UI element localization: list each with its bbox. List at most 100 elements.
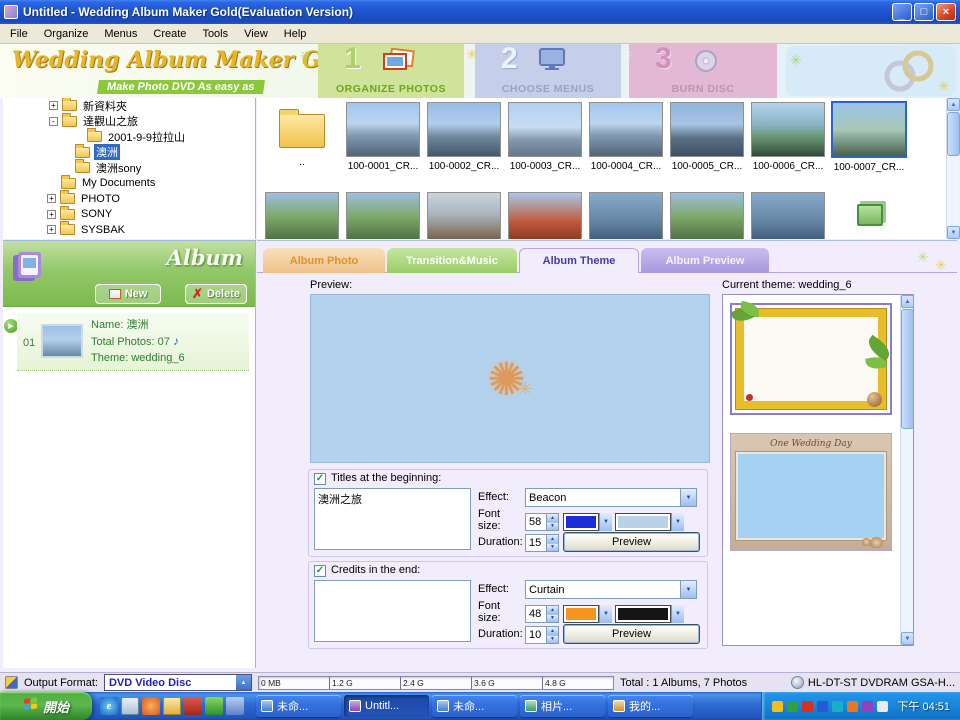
step-organize-photos[interactable]: 1 ORGANIZE PHOTOS: [318, 44, 464, 98]
tree-item-new-folder[interactable]: + 新資料夾: [3, 98, 255, 114]
thumbnail-photo[interactable]: [425, 192, 503, 239]
step-up-icon[interactable]: ▲: [546, 627, 558, 636]
credits-checkbox[interactable]: ✓: [314, 565, 326, 577]
step-down-icon[interactable]: ▼: [546, 615, 558, 623]
scroll-up-button[interactable]: ▲: [947, 98, 960, 111]
task-button-4[interactable]: 相片...: [520, 695, 605, 717]
messenger-icon[interactable]: [205, 697, 223, 715]
tray-icon[interactable]: [832, 701, 843, 712]
start-button[interactable]: 開始: [0, 692, 92, 720]
tab-album-photo[interactable]: Album Photo: [263, 248, 385, 273]
thumbnail-photo[interactable]: [749, 192, 827, 239]
chevron-down-icon[interactable]: ▼: [680, 489, 696, 506]
folder-shortcut-icon[interactable]: [163, 697, 181, 715]
thumbnail-photo[interactable]: [587, 192, 665, 239]
menu-menus[interactable]: Menus: [96, 26, 145, 42]
tray-icon[interactable]: [847, 701, 858, 712]
thumbnail-parent-folder[interactable]: ..: [263, 102, 341, 168]
tree-item-sysbak[interactable]: + SYSBAK: [3, 222, 255, 238]
menu-view[interactable]: View: [236, 26, 276, 42]
menu-help[interactable]: Help: [276, 26, 315, 42]
task-button-1[interactable]: 未命...: [256, 695, 341, 717]
title-text-input[interactable]: 澳洲之旅: [314, 488, 471, 550]
thumbnail-photo[interactable]: [506, 192, 584, 239]
thumbnail-photo[interactable]: [263, 192, 341, 239]
task-button-5[interactable]: 我的...: [608, 695, 693, 717]
scrollbar-thumb[interactable]: [947, 112, 960, 156]
menu-file[interactable]: File: [2, 26, 36, 42]
album-list-item[interactable]: 01 Name: 澳洲 Total Photos: 07 ♪ Theme: we…: [17, 313, 249, 371]
chevron-down-icon[interactable]: ▼: [599, 605, 612, 623]
expand-icon[interactable]: +: [49, 101, 58, 110]
minimize-button[interactable]: _: [892, 3, 912, 21]
step-up-icon[interactable]: ▲: [546, 514, 558, 523]
tray-icon[interactable]: [787, 701, 798, 712]
tab-album-theme[interactable]: Album Theme: [519, 248, 639, 273]
tray-icon[interactable]: [862, 701, 873, 712]
menu-organize[interactable]: Organize: [36, 26, 97, 42]
scroll-down-button[interactable]: ▼: [901, 632, 914, 645]
thumbnail-photo[interactable]: 100-0002_CR...: [425, 102, 503, 172]
theme-item[interactable]: One Wedding Day: [730, 433, 892, 551]
photo-browser-scrollbar[interactable]: ▲ ▼: [946, 98, 959, 239]
tree-item-australia[interactable]: 澳洲: [3, 145, 255, 161]
step-up-icon[interactable]: ▲: [546, 606, 558, 615]
step-burn-disc[interactable]: 3 BURN DISC: [629, 44, 777, 98]
show-desktop-icon[interactable]: [121, 697, 139, 715]
delete-album-button[interactable]: ✗ Delete: [185, 284, 247, 304]
thumbnail-photo[interactable]: [668, 192, 746, 239]
album-play-indicator[interactable]: ▶: [4, 319, 18, 333]
step-choose-menus[interactable]: 2 CHOOSE MENUS: [475, 44, 621, 98]
thumbnail-photo[interactable]: 100-0006_CR...: [749, 102, 827, 172]
media-player-icon[interactable]: [142, 697, 160, 715]
step-up-icon[interactable]: ▲: [546, 535, 558, 544]
tree-item-australia-sony[interactable]: 澳洲sony: [3, 160, 255, 176]
thumbnail-photo[interactable]: 100-0004_CR...: [587, 102, 665, 172]
chevron-up-icon[interactable]: ▲: [236, 675, 251, 690]
theme-item-selected[interactable]: [730, 303, 892, 415]
step-down-icon[interactable]: ▼: [546, 636, 558, 644]
title-duration-stepper[interactable]: 15 ▲▼: [525, 534, 559, 552]
internet-explorer-icon[interactable]: e: [100, 697, 118, 715]
new-album-button[interactable]: New: [95, 284, 161, 304]
credits-text-input[interactable]: [314, 580, 471, 642]
tab-album-preview[interactable]: Album Preview: [641, 248, 769, 273]
step-down-icon[interactable]: ▼: [546, 523, 558, 531]
titles-checkbox[interactable]: ✓: [314, 473, 326, 485]
task-button-2-active[interactable]: Untitl...: [344, 695, 429, 717]
theme-list-scrollbar[interactable]: ▲ ▼: [900, 295, 913, 645]
thumbnail-photo[interactable]: 100-0003_CR...: [506, 102, 584, 172]
title-effect-select[interactable]: Beacon ▼: [525, 488, 697, 507]
thumbnail-photo[interactable]: [344, 192, 422, 239]
scroll-down-button[interactable]: ▼: [947, 226, 960, 239]
expand-icon[interactable]: +: [47, 225, 56, 234]
chevron-down-icon[interactable]: ▼: [680, 581, 696, 598]
title-font-size-stepper[interactable]: 58 ▲▼: [525, 513, 559, 531]
output-format-select[interactable]: DVD Video Disc ▲: [104, 674, 252, 691]
antivirus-icon[interactable]: [184, 697, 202, 715]
scrollbar-thumb[interactable]: [901, 309, 914, 429]
tray-icon[interactable]: [877, 701, 888, 712]
thumbnail-photo[interactable]: 100-0005_CR...: [668, 102, 746, 172]
tree-item-photo[interactable]: + PHOTO: [3, 191, 255, 207]
chevron-down-icon[interactable]: ▼: [671, 605, 684, 623]
chevron-down-icon[interactable]: ▼: [671, 513, 684, 531]
chevron-down-icon[interactable]: ▼: [599, 513, 612, 531]
expand-icon[interactable]: +: [47, 210, 56, 219]
tree-item-my-documents[interactable]: My Documents: [3, 176, 255, 192]
tray-icon[interactable]: [817, 701, 828, 712]
expand-icon[interactable]: +: [47, 194, 56, 203]
thumbnail-photo-selected[interactable]: 100-0007_CR...: [830, 102, 908, 173]
step-down-icon[interactable]: ▼: [546, 544, 558, 552]
tab-transition-music[interactable]: Transition&Music: [387, 248, 517, 273]
close-button[interactable]: ×: [936, 3, 956, 21]
credits-duration-stepper[interactable]: 10 ▲▼: [525, 626, 559, 644]
mail-icon[interactable]: [226, 697, 244, 715]
title-outline-color-picker[interactable]: ▼: [615, 513, 684, 531]
title-font-color-picker[interactable]: ▼: [563, 513, 612, 531]
credits-outline-color-picker[interactable]: ▼: [615, 605, 684, 623]
maximize-button[interactable]: □: [914, 3, 934, 21]
title-preview-button[interactable]: Preview: [563, 532, 700, 552]
credits-font-size-stepper[interactable]: 48 ▲▼: [525, 605, 559, 623]
scroll-up-button[interactable]: ▲: [901, 295, 914, 308]
